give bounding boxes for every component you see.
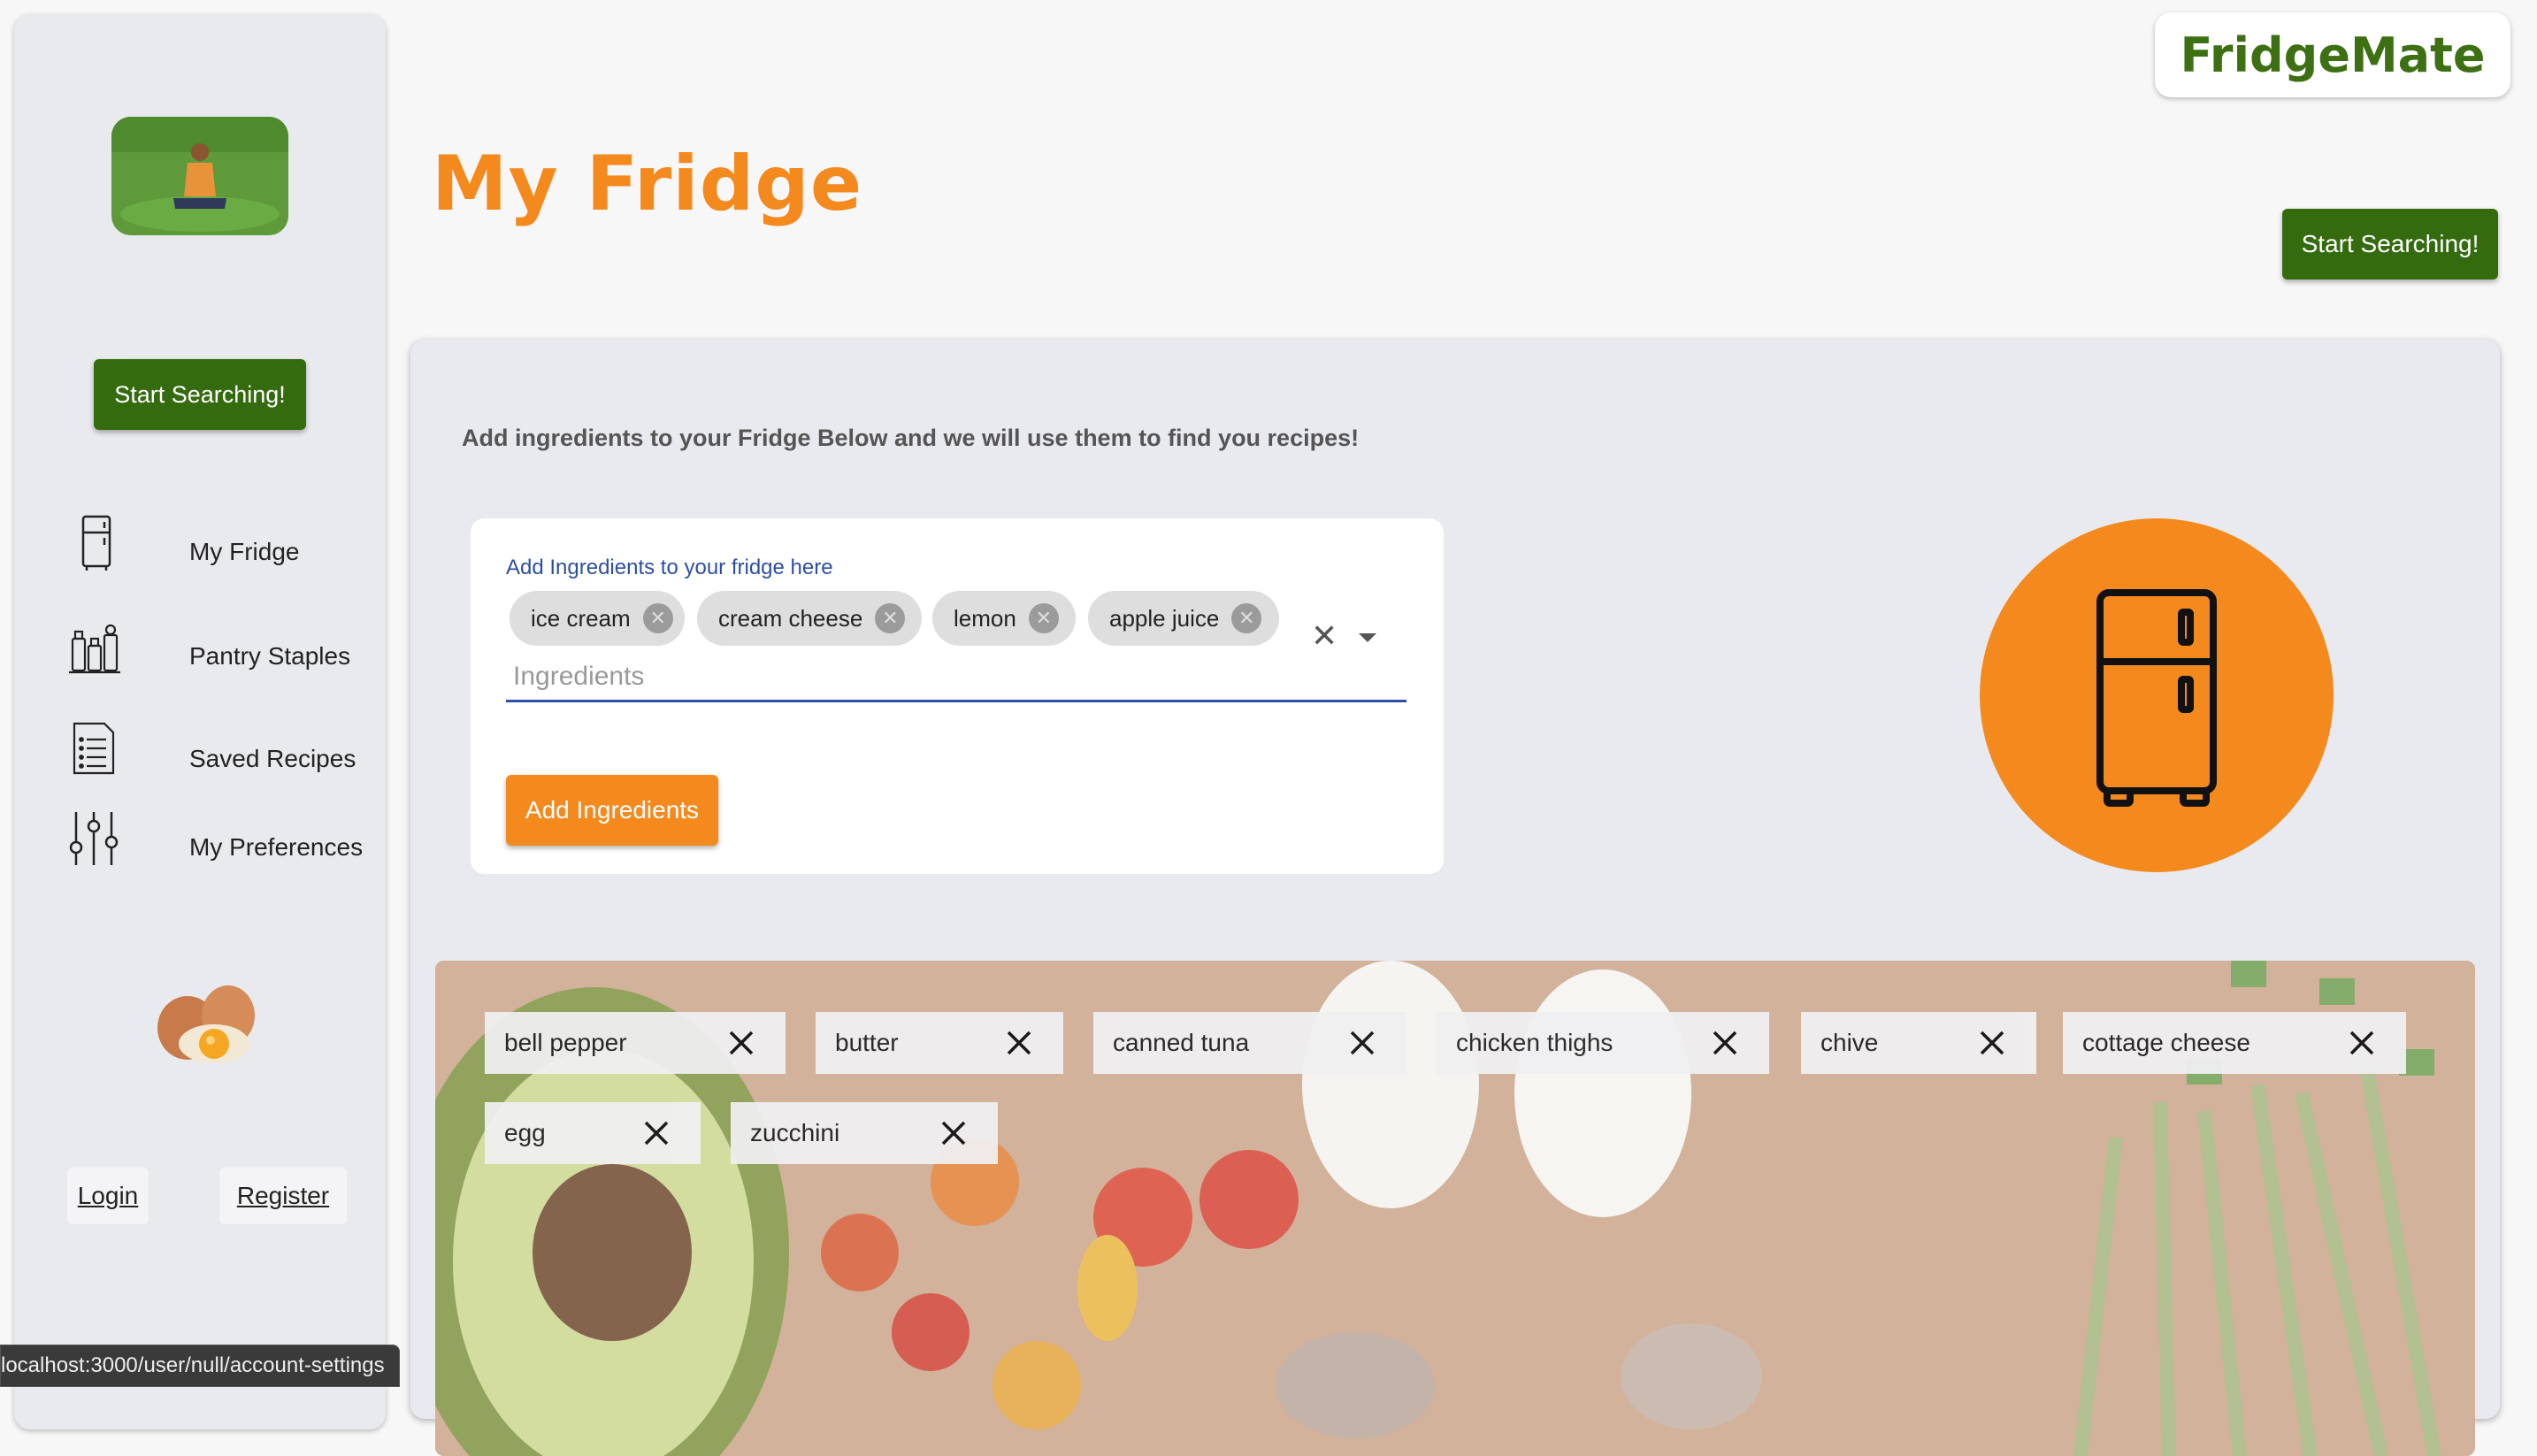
page-title: My Fridge [432, 140, 863, 228]
register-button[interactable]: Register [219, 1168, 347, 1224]
fridge-item-tag: egg [485, 1102, 701, 1164]
sidebar-item-my-preferences[interactable]: My Preferences [65, 810, 384, 881]
chip-remove-icon[interactable]: ✕ [1231, 603, 1262, 633]
close-icon[interactable] [927, 1120, 980, 1146]
input-label: Add Ingredients to your fridge here [506, 556, 833, 579]
sidebar-item-label: Saved Recipes [189, 745, 356, 772]
header-start-searching-button[interactable]: Start Searching! [2282, 209, 2498, 280]
add-ingredients-button[interactable]: Add Ingredients [506, 775, 718, 846]
logo[interactable]: FridgeMate [2155, 12, 2510, 97]
main-panel: Add ingredients to your Fridge Below and… [410, 340, 2500, 1456]
fridge-item-tag: zucchini [731, 1102, 998, 1164]
chevron-down-icon[interactable] [1359, 633, 1376, 642]
avatar[interactable] [111, 117, 288, 235]
chip-remove-icon[interactable]: ✕ [1028, 603, 1059, 633]
egg-illustration [143, 969, 267, 1076]
sidebar-item-label: My Fridge [189, 538, 300, 565]
close-icon[interactable] [715, 1030, 768, 1056]
login-button[interactable]: Login [67, 1168, 149, 1224]
close-icon[interactable] [1336, 1030, 1389, 1056]
fridge-illustration [1980, 518, 2334, 872]
close-icon[interactable] [993, 1030, 1046, 1056]
close-icon[interactable] [1966, 1030, 2019, 1056]
fridge-item-tag: canned tuna [1093, 1012, 1406, 1074]
pantry-icon [65, 619, 124, 678]
fridge-item-tag: bell pepper [485, 1012, 786, 1074]
instructions-text: Add ingredients to your Fridge Below and… [462, 425, 1360, 451]
clear-all-icon[interactable]: ✕ [1311, 617, 1337, 655]
sidebar-item-label: Pantry Staples [189, 642, 351, 670]
logo-text: FridgeMate [2180, 27, 2486, 83]
selected-chip: ice cream ✕ [510, 591, 685, 646]
list-icon [65, 722, 124, 780]
fridge-item-tag: cottage cheese [2063, 1012, 2406, 1074]
sidebar: Start Searching! My Fridge Pantry Staple… [14, 14, 386, 1429]
close-icon[interactable] [630, 1120, 683, 1146]
chip-remove-icon[interactable]: ✕ [875, 603, 906, 633]
sidebar-start-searching-button[interactable]: Start Searching! [94, 359, 306, 430]
sidebar-item-saved-recipes[interactable]: Saved Recipes [65, 722, 384, 793]
fridge-items-board: bell pepper butter canned tuna chicken t… [435, 961, 2475, 1456]
sidebar-item-label: My Preferences [189, 833, 364, 861]
selected-chip: lemon ✕ [932, 591, 1076, 646]
fridge-item-tag: butter [816, 1012, 1063, 1074]
fridge-icon [65, 515, 124, 573]
ingredient-input-card: Add Ingredients to your fridge here ice … [471, 518, 1444, 874]
fridge-item-tag: chive [1801, 1012, 2036, 1074]
ingredients-input[interactable] [506, 653, 1406, 702]
selected-chip: cream cheese ✕ [697, 591, 922, 646]
selected-chip: apple juice ✕ [1088, 591, 1279, 646]
browser-status-bar: localhost:3000/user/null/account-setting… [0, 1345, 400, 1387]
sidebar-item-pantry-staples[interactable]: Pantry Staples [65, 619, 384, 690]
sliders-icon [65, 810, 124, 869]
sidebar-item-my-fridge[interactable]: My Fridge [65, 515, 384, 586]
close-icon[interactable] [1698, 1030, 1751, 1056]
chip-remove-icon[interactable]: ✕ [642, 603, 673, 633]
fridge-item-tag: chicken thighs [1437, 1012, 1769, 1074]
close-icon[interactable] [2335, 1030, 2388, 1056]
